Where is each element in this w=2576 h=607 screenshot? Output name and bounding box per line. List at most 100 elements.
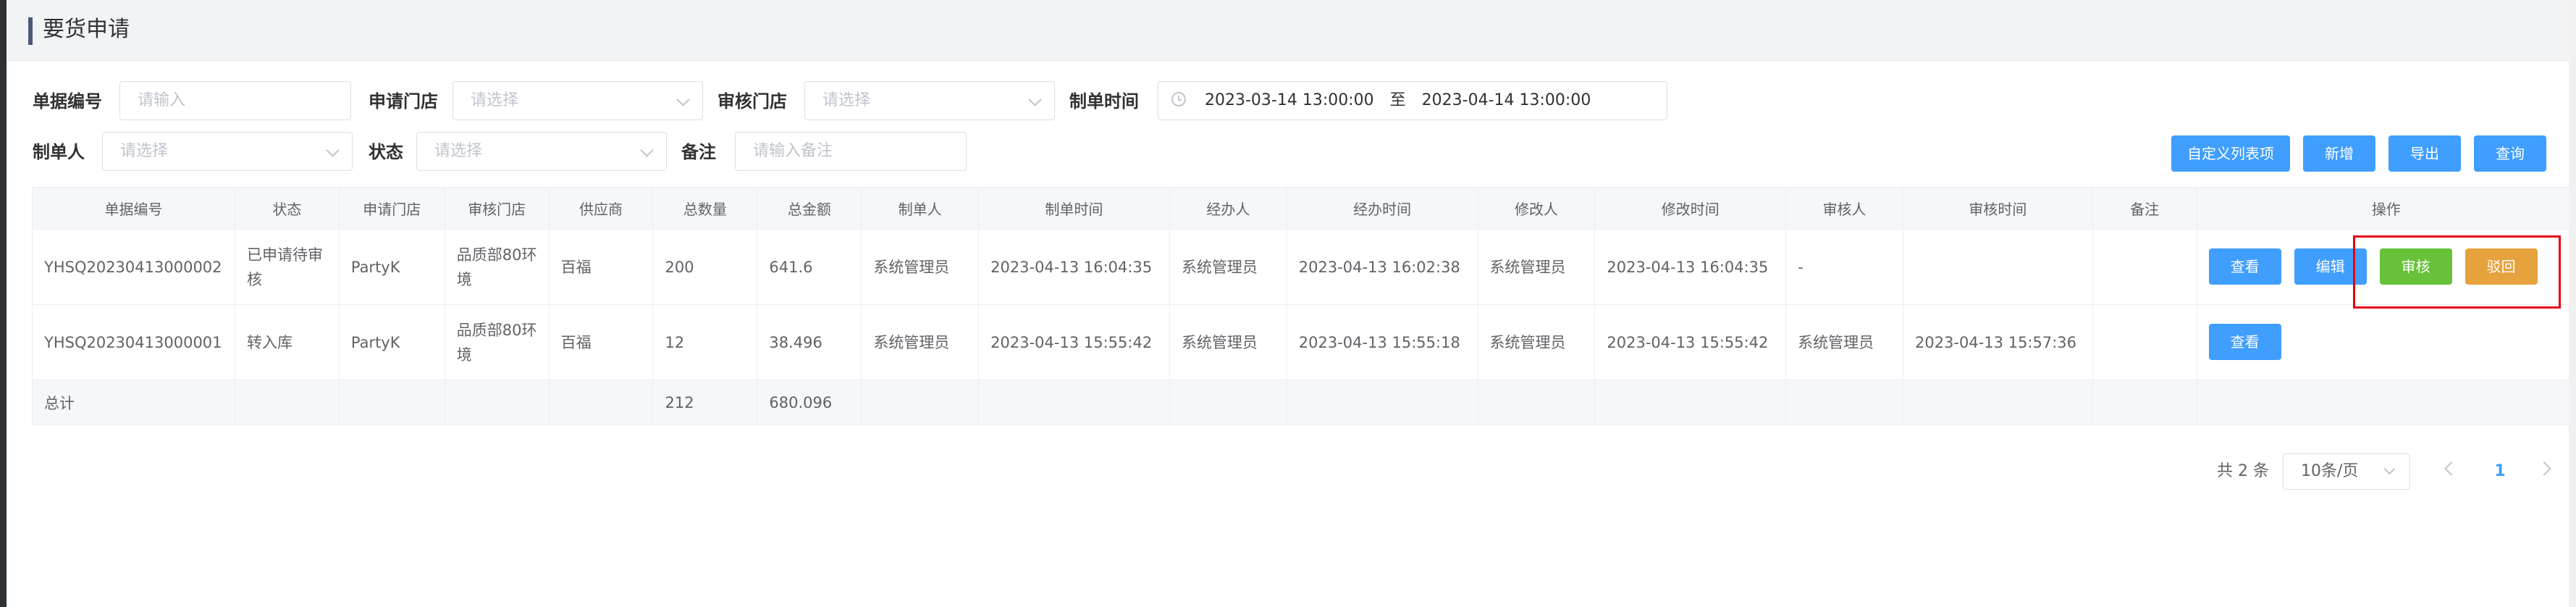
left-edge-strip: [0, 0, 7, 607]
column-header[interactable]: 申请门店: [338, 187, 445, 230]
export-button[interactable]: 导出: [2388, 135, 2461, 172]
supplier-cell: 百福: [548, 229, 654, 305]
empty-cell: [861, 380, 980, 425]
column-header[interactable]: 单据编号: [32, 187, 235, 230]
table-row[interactable]: YHSQ20230413000001 转入库 PartyK 品质部80环境 百福…: [32, 304, 2576, 380]
clock-icon: [1171, 92, 1186, 106]
custom-columns-button[interactable]: 自定义列表项: [2171, 135, 2290, 172]
total-qty-cell: 200: [652, 229, 758, 305]
column-header[interactable]: 制单人: [861, 187, 980, 230]
column-header[interactable]: 修改时间: [1594, 187, 1787, 230]
modifier-cell: 系统管理员: [1477, 229, 1596, 305]
column-header[interactable]: 经办人: [1169, 187, 1287, 230]
modify-time-cell: 2023-04-13 15:55:42: [1594, 304, 1787, 380]
status-cell: 转入库: [234, 304, 340, 380]
requisition-table: 单据编号 状态 申请门店 审核门店 供应商 总数量 总金额 制单人 制单时间 经…: [32, 187, 2576, 425]
total-qty-sum-cell: 212: [652, 380, 758, 425]
apply-store-placeholder: 请选择: [471, 91, 519, 109]
modify-time-cell: 2023-04-13 16:04:35: [1594, 229, 1787, 305]
total-qty-cell: 12: [652, 304, 758, 380]
order-no-label: 单据编号: [33, 91, 102, 112]
empty-cell: [338, 380, 445, 425]
empty-cell: [444, 380, 550, 425]
order-no-cell: YHSQ20230413000002: [32, 229, 235, 305]
chevron-down-icon: [2383, 463, 2396, 475]
creator-select[interactable]: 请选择: [102, 132, 353, 171]
create-time-range-picker[interactable]: 2023-03-14 13:00:00 至 2023-04-14 13:00:00: [1158, 81, 1667, 120]
create-time-end: 2023-04-14 13:00:00: [1421, 91, 1591, 109]
review-store-cell: 品质部80环境: [444, 229, 550, 305]
empty-cell: [548, 380, 654, 425]
creator-cell: 系统管理员: [861, 229, 980, 305]
page-number-current[interactable]: 1: [2485, 455, 2514, 488]
column-header[interactable]: 制单时间: [978, 187, 1170, 230]
total-amount-cell: 641.6: [757, 229, 862, 305]
review-store-select[interactable]: 请选择: [804, 81, 1055, 120]
remark-label: 备注: [681, 142, 716, 162]
chevron-down-icon: [1028, 93, 1042, 106]
apply-store-select[interactable]: 请选择: [453, 81, 703, 120]
view-button[interactable]: 查看: [2208, 248, 2281, 285]
page-title: 要货申请: [43, 17, 130, 42]
table-total-row: 总计 212 680.096: [32, 380, 2576, 425]
table-row[interactable]: YHSQ20230413000002 已申请待审核 PartyK 品质部80环境…: [32, 229, 2576, 305]
creator-label: 制单人: [33, 142, 85, 162]
order-no-input[interactable]: 请输入: [119, 81, 351, 120]
column-header[interactable]: 状态: [234, 187, 340, 230]
remark-cell: [2092, 304, 2197, 380]
empty-cell: [1785, 380, 1903, 425]
vertical-scrollbar[interactable]: [2569, 0, 2576, 607]
review-time-cell: [1902, 229, 2093, 305]
creator-placeholder: 请选择: [120, 142, 169, 160]
query-button[interactable]: 查询: [2474, 135, 2546, 172]
page: 要货申请 单据编号 请输入 申请门店 请选择 审核门店 请选择 制单时间 202…: [7, 0, 2576, 607]
highlight-annotation-box: [2353, 235, 2561, 309]
empty-cell: [2196, 380, 2576, 425]
column-header: 操作: [2196, 187, 2576, 230]
column-header[interactable]: 审核人: [1785, 187, 1903, 230]
next-page-icon[interactable]: [2537, 461, 2551, 476]
status-select[interactable]: 请选择: [416, 132, 667, 171]
apply-store-cell: PartyK: [338, 229, 445, 305]
total-amount-cell: 38.496: [757, 304, 862, 380]
column-header[interactable]: 审核门店: [444, 187, 550, 230]
column-header[interactable]: 修改人: [1477, 187, 1596, 230]
view-button[interactable]: 查看: [2208, 324, 2281, 360]
create-time-start: 2023-03-14 13:00:00: [1205, 91, 1374, 109]
handle-time-cell: 2023-04-13 16:02:38: [1286, 229, 1478, 305]
status-cell: 已申请待审核: [234, 229, 340, 305]
apply-store-cell: PartyK: [338, 304, 445, 380]
column-header[interactable]: 备注: [2092, 187, 2197, 230]
review-store-cell: 品质部80环境: [444, 304, 550, 380]
creator-cell: 系统管理员: [861, 304, 980, 380]
column-header[interactable]: 审核时间: [1902, 187, 2093, 230]
handle-time-cell: 2023-04-13 15:55:18: [1286, 304, 1478, 380]
column-header[interactable]: 经办时间: [1286, 187, 1478, 230]
review-store-placeholder: 请选择: [822, 91, 871, 109]
total-label-cell: 总计: [32, 380, 235, 425]
modifier-cell: 系统管理员: [1477, 304, 1596, 380]
page-size-select[interactable]: 10条/页: [2283, 453, 2410, 490]
empty-cell: [978, 380, 1170, 425]
empty-cell: [1594, 380, 1787, 425]
title-accent-bar: [28, 17, 33, 45]
column-header[interactable]: 总数量: [652, 187, 758, 230]
add-button[interactable]: 新增: [2303, 135, 2375, 172]
remark-input[interactable]: 请输入备注: [735, 132, 967, 171]
supplier-cell: 百福: [548, 304, 654, 380]
pagination-total: 共 2 条: [2217, 462, 2269, 480]
chevron-down-icon: [676, 93, 690, 106]
reviewer-cell: 系统管理员: [1785, 304, 1903, 380]
table-header-row: 单据编号 状态 申请门店 审核门店 供应商 总数量 总金额 制单人 制单时间 经…: [32, 187, 2576, 230]
empty-cell: [1169, 380, 1287, 425]
column-header[interactable]: 总金额: [757, 187, 862, 230]
empty-cell: [2092, 380, 2197, 425]
review-store-label: 审核门店: [717, 91, 787, 112]
chevron-down-icon: [640, 143, 654, 157]
apply-store-label: 申请门店: [369, 91, 438, 112]
chevron-down-icon: [326, 143, 340, 157]
column-header[interactable]: 供应商: [548, 187, 654, 230]
reviewer-cell: -: [1785, 229, 1903, 305]
prev-page-icon[interactable]: [2444, 461, 2459, 476]
status-placeholder: 请选择: [434, 142, 483, 160]
